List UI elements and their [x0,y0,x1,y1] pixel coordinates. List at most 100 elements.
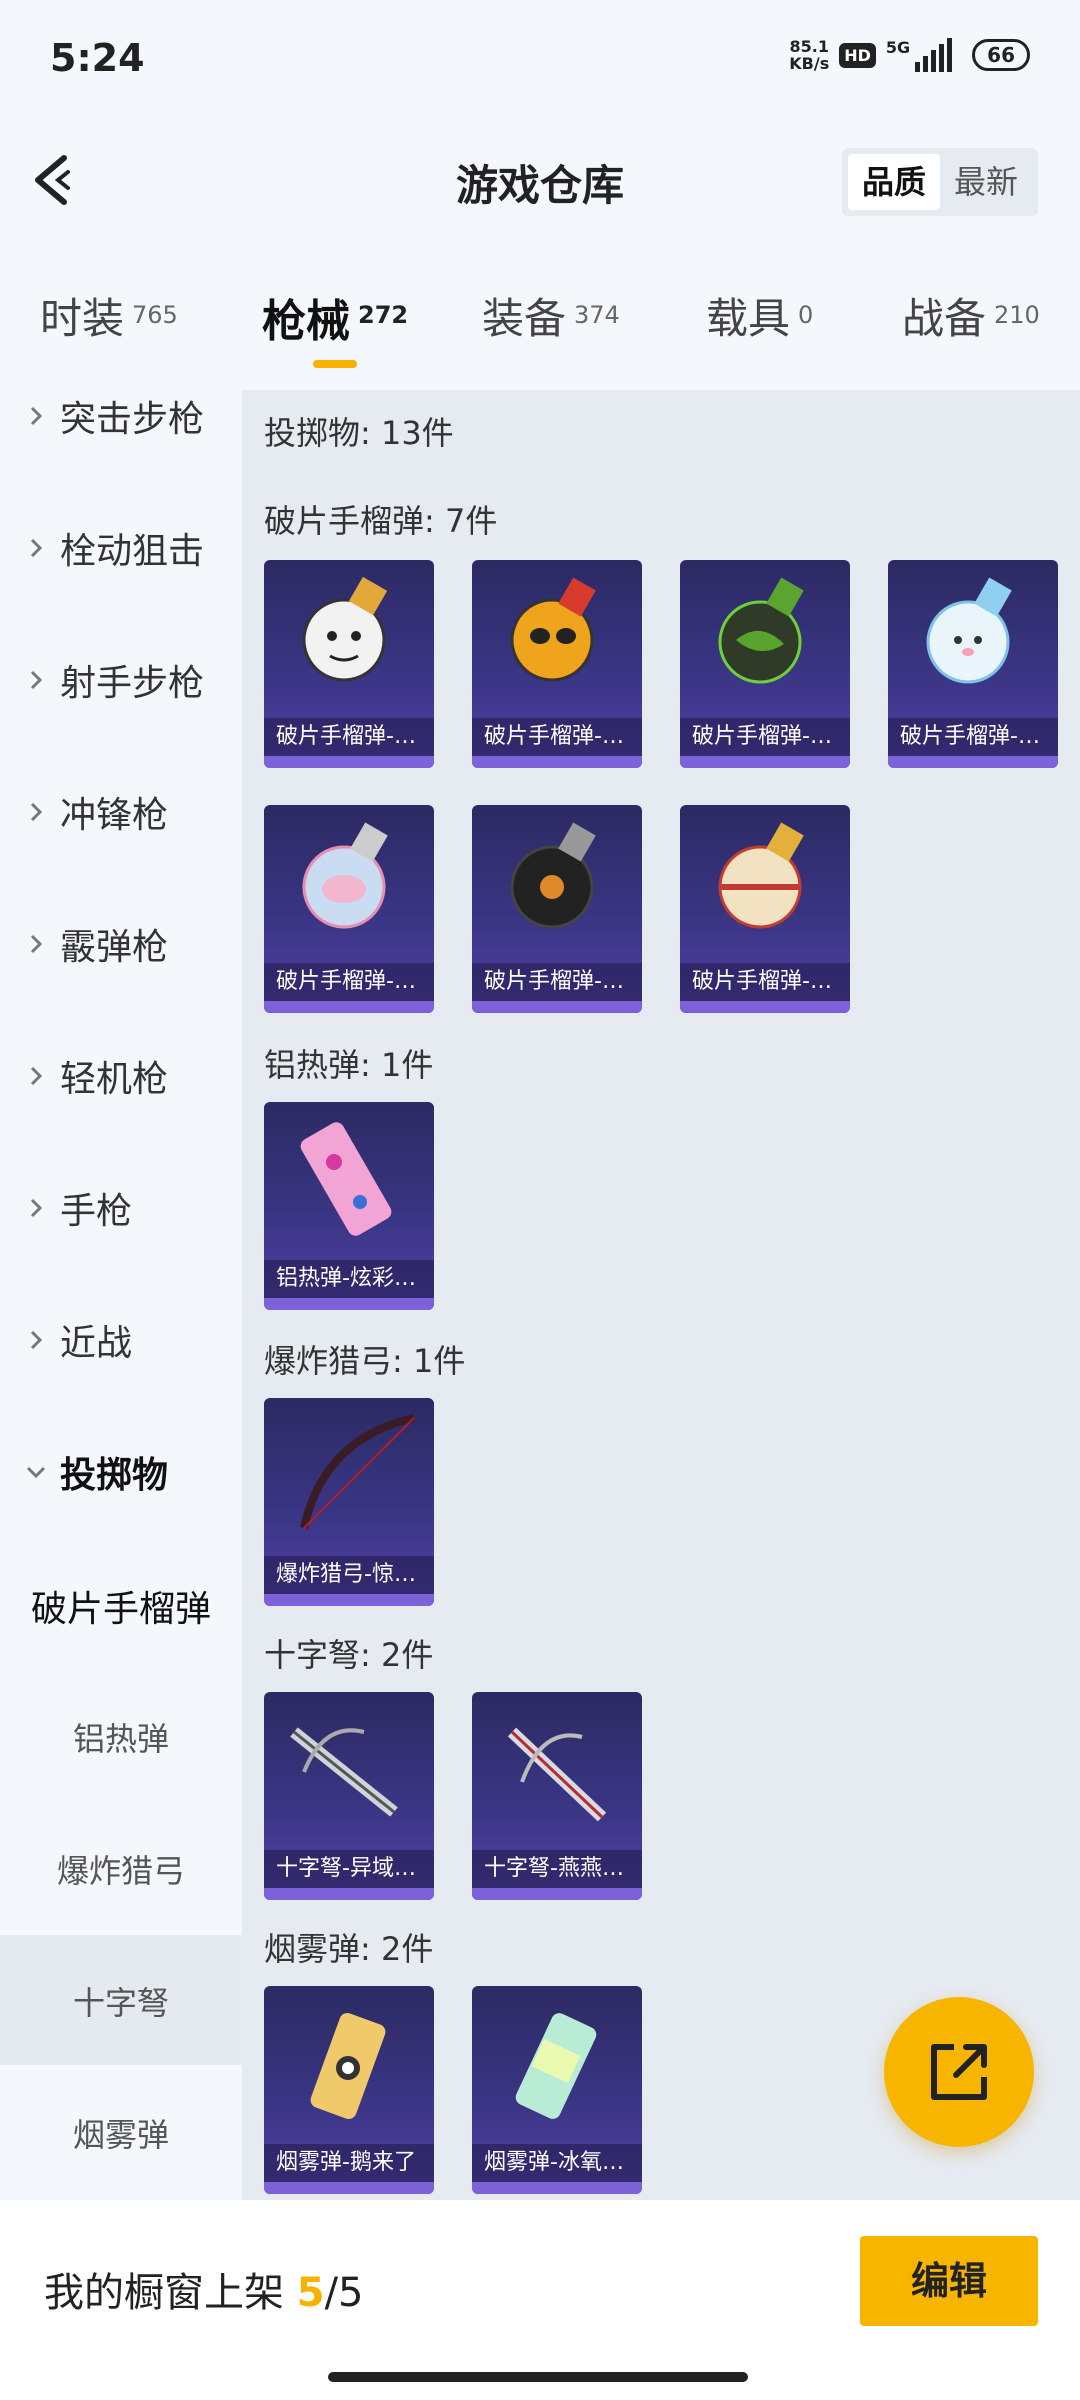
net-speed-unit: KB/s [789,54,830,73]
grenade-skin-icon [302,576,388,682]
grenade-skin-icon [718,822,804,929]
tab-vehicles[interactable]: 载具 0 [706,285,813,346]
shelf-current-count: 5 [296,2270,325,2316]
item-name: 破片手榴弹-… [680,718,850,756]
sidebar-sub-smoke[interactable]: 烟雾弹 [0,2110,242,2156]
item-name: 烟雾弹-冰氧… [472,2144,642,2182]
hd-icon: HD [839,42,876,68]
section-heading: 烟雾弹: 2件 [264,1930,434,1968]
sidebar-item-label: 投掷物 [60,1455,169,1496]
sidebar-item-assault-rifle[interactable]: 突击步枪 [24,390,204,442]
chevron-right-icon [30,538,43,558]
tab-guns[interactable]: 枪械 272 [262,285,408,349]
item-name: 十字弩-异域… [264,1850,434,1888]
item-card[interactable]: 十字弩-燕燕… [472,1692,642,1900]
tab-count: 374 [574,301,620,329]
chevron-right-icon [30,802,43,822]
tab-label: 装备 [482,294,567,343]
item-card[interactable]: 爆炸猎弓-惊… [264,1398,434,1606]
item-card[interactable]: 破片手榴弹-… [680,805,850,1013]
status-time: 5:24 [50,36,145,80]
chevron-right-icon [30,670,43,690]
tab-label: 枪械 [262,296,350,347]
sidebar: 突击步枪 栓动狙击 射手步枪 冲锋枪 霰弹枪 轻机枪 手枪 近战 投掷物 破片手… [0,390,242,2200]
sidebar-sub-crossbow[interactable]: 十字弩 [0,1978,242,2024]
share-icon [931,2044,987,2100]
status-bar: 5:24 85.1 KB/s HD 5G 66 [0,0,1080,120]
item-card[interactable]: 破片手榴弹-… [264,805,434,1013]
thermite-skin-icon [300,1122,392,1236]
sidebar-item-shotgun[interactable]: 霰弹枪 [24,918,168,970]
tab-equipment[interactable]: 装备 374 [482,285,620,346]
sidebar-item-marksman-rifle[interactable]: 射手步枪 [24,654,204,706]
home-indicator[interactable] [328,2372,748,2382]
item-name: 烟雾弹-鹅来了 [264,2144,434,2182]
bottom-bar: 我的橱窗上架 5/5 编辑 [0,2200,1080,2400]
sidebar-item-label: 霰弹枪 [60,927,169,968]
sidebar-item-label: 冲锋枪 [60,795,169,836]
chevron-right-icon [30,406,43,426]
item-card[interactable]: 破片手榴弹-… [264,560,434,768]
signal-icon: 5G [886,38,953,72]
tab-fashion[interactable]: 时装 765 [40,285,178,346]
item-name: 十字弩-燕燕… [472,1850,642,1888]
chevron-right-icon [30,934,43,954]
chevron-right-icon [30,1066,43,1086]
edit-button[interactable]: 编辑 [860,2236,1038,2326]
bow-skin-icon [300,1414,415,1529]
sidebar-item-bolt-sniper[interactable]: 栓动狙击 [24,522,204,574]
item-name: 破片手榴弹-… [680,963,850,1001]
shelf-status: 我的橱窗上架 5/5 [44,2260,364,2318]
sidebar-sub-frag-grenade[interactable]: 破片手榴弹 [0,1580,242,1632]
shelf-label: 我的橱窗上架 [44,2270,284,2316]
sidebar-sub-thermite[interactable]: 铝热弹 [0,1714,242,1760]
item-card[interactable]: 烟雾弹-冰氧… [472,1986,642,2194]
tab-count: 210 [994,301,1040,329]
net-speed-value: 85.1 [789,37,829,56]
item-name: 破片手榴弹-… [264,963,434,1001]
item-card[interactable]: 烟雾弹-鹅来了 [264,1986,434,2194]
battery-icon: 66 [972,39,1030,71]
sidebar-item-lmg[interactable]: 轻机枪 [24,1050,168,1102]
grenade-skin-icon [510,577,596,682]
item-card[interactable]: 破片手榴弹-… [472,560,642,768]
grenade-skin-icon [510,822,596,929]
sort-quality-button[interactable]: 品质 [848,154,940,210]
item-card[interactable]: 十字弩-异域… [264,1692,434,1900]
crossbow-skin-icon [290,1727,398,1817]
sidebar-item-label: 手枪 [60,1191,133,1232]
section-heading: 爆炸猎弓: 1件 [264,1342,466,1380]
tab-count: 0 [798,301,814,329]
item-name: 破片手榴弹-… [888,718,1058,756]
sidebar-sub-explosive-bow[interactable]: 爆炸猎弓 [0,1846,242,1892]
section-heading: 铝热弹: 1件 [264,1046,434,1084]
tab-label: 战备 [902,294,987,343]
sidebar-item-melee[interactable]: 近战 [24,1314,132,1366]
sidebar-item-throwables[interactable]: 投掷物 [24,1446,168,1498]
sort-latest-button[interactable]: 最新 [940,154,1032,210]
sort-toggle: 品质 最新 [842,148,1038,216]
category-tabs: 时装 765 枪械 272 装备 374 载具 0 战备 210 [0,285,1080,375]
item-card[interactable]: 铝热弹-炫彩… [264,1102,434,1310]
sidebar-item-label: 近战 [60,1323,133,1364]
crossbow-skin-icon [507,1727,607,1822]
item-name: 铝热弹-炫彩… [264,1260,434,1298]
item-card[interactable]: 破片手榴弹-… [888,560,1058,768]
sidebar-item-smg[interactable]: 冲锋枪 [24,786,168,838]
total-count-heading: 投掷物: 13件 [264,414,454,452]
sidebar-item-label: 射手步枪 [60,663,205,704]
share-button[interactable] [884,1997,1034,2147]
item-name: 破片手榴弹-… [472,963,642,1001]
sidebar-item-label: 突击步枪 [60,399,205,440]
shelf-total-count: 5 [338,2270,364,2316]
section-heading: 十字弩: 2件 [264,1636,434,1674]
item-card[interactable]: 破片手榴弹-… [680,560,850,768]
sidebar-item-pistol[interactable]: 手枪 [24,1182,132,1234]
item-card[interactable]: 破片手榴弹-… [472,805,642,1013]
section-heading: 破片手榴弹: 7件 [264,502,498,540]
sidebar-item-label: 栓动狙击 [60,531,205,572]
smoke-grenade-skin-icon [310,2013,386,2119]
grenade-skin-icon [302,822,388,929]
item-name: 爆炸猎弓-惊… [264,1556,434,1594]
tab-tactical[interactable]: 战备 210 [902,285,1040,346]
